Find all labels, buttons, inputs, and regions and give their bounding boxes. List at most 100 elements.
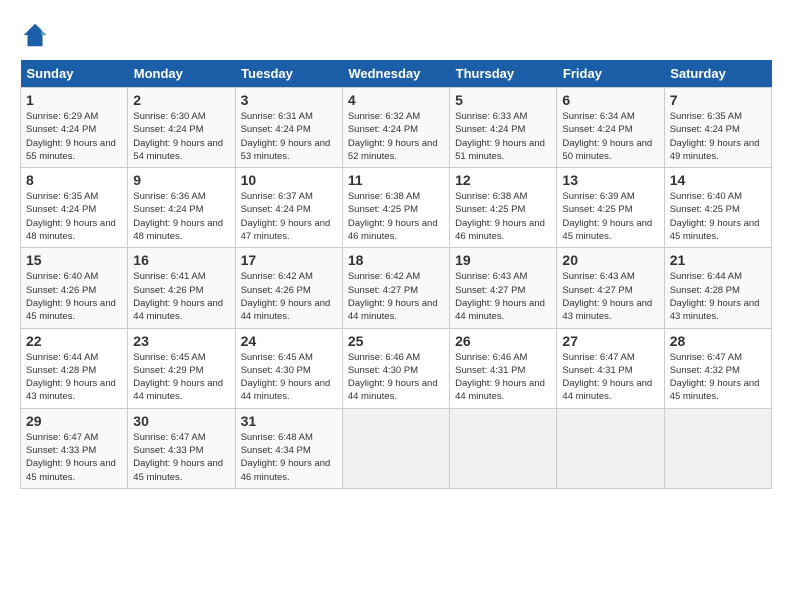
day-info: Sunrise: 6:38 AM Sunset: 4:25 PM Dayligh…	[348, 190, 444, 243]
calendar-cell: 29 Sunrise: 6:47 AM Sunset: 4:33 PM Dayl…	[21, 408, 128, 488]
day-number: 18	[348, 252, 444, 268]
calendar-table: SundayMondayTuesdayWednesdayThursdayFrid…	[20, 60, 772, 489]
day-info: Sunrise: 6:47 AM Sunset: 4:33 PM Dayligh…	[26, 431, 122, 484]
day-number: 17	[241, 252, 337, 268]
calendar-cell: 21 Sunrise: 6:44 AM Sunset: 4:28 PM Dayl…	[664, 248, 771, 328]
col-header-thursday: Thursday	[450, 60, 557, 88]
calendar-cell: 19 Sunrise: 6:43 AM Sunset: 4:27 PM Dayl…	[450, 248, 557, 328]
day-number: 10	[241, 172, 337, 188]
day-info: Sunrise: 6:47 AM Sunset: 4:32 PM Dayligh…	[670, 351, 766, 404]
calendar-cell: 8 Sunrise: 6:35 AM Sunset: 4:24 PM Dayli…	[21, 168, 128, 248]
day-info: Sunrise: 6:37 AM Sunset: 4:24 PM Dayligh…	[241, 190, 337, 243]
day-number: 13	[562, 172, 658, 188]
calendar-cell: 31 Sunrise: 6:48 AM Sunset: 4:34 PM Dayl…	[235, 408, 342, 488]
day-number: 23	[133, 333, 229, 349]
day-number: 25	[348, 333, 444, 349]
day-info: Sunrise: 6:42 AM Sunset: 4:26 PM Dayligh…	[241, 270, 337, 323]
week-row-2: 8 Sunrise: 6:35 AM Sunset: 4:24 PM Dayli…	[21, 168, 772, 248]
day-number: 6	[562, 92, 658, 108]
calendar-cell	[450, 408, 557, 488]
day-info: Sunrise: 6:45 AM Sunset: 4:29 PM Dayligh…	[133, 351, 229, 404]
calendar-cell: 24 Sunrise: 6:45 AM Sunset: 4:30 PM Dayl…	[235, 328, 342, 408]
day-info: Sunrise: 6:43 AM Sunset: 4:27 PM Dayligh…	[455, 270, 551, 323]
week-row-4: 22 Sunrise: 6:44 AM Sunset: 4:28 PM Dayl…	[21, 328, 772, 408]
day-info: Sunrise: 6:47 AM Sunset: 4:31 PM Dayligh…	[562, 351, 658, 404]
day-info: Sunrise: 6:41 AM Sunset: 4:26 PM Dayligh…	[133, 270, 229, 323]
day-number: 1	[26, 92, 122, 108]
day-info: Sunrise: 6:31 AM Sunset: 4:24 PM Dayligh…	[241, 110, 337, 163]
day-info: Sunrise: 6:36 AM Sunset: 4:24 PM Dayligh…	[133, 190, 229, 243]
calendar-cell: 18 Sunrise: 6:42 AM Sunset: 4:27 PM Dayl…	[342, 248, 449, 328]
day-info: Sunrise: 6:43 AM Sunset: 4:27 PM Dayligh…	[562, 270, 658, 323]
day-info: Sunrise: 6:44 AM Sunset: 4:28 PM Dayligh…	[670, 270, 766, 323]
day-number: 26	[455, 333, 551, 349]
calendar-cell: 3 Sunrise: 6:31 AM Sunset: 4:24 PM Dayli…	[235, 88, 342, 168]
day-info: Sunrise: 6:29 AM Sunset: 4:24 PM Dayligh…	[26, 110, 122, 163]
day-info: Sunrise: 6:35 AM Sunset: 4:24 PM Dayligh…	[670, 110, 766, 163]
day-number: 12	[455, 172, 551, 188]
week-row-3: 15 Sunrise: 6:40 AM Sunset: 4:26 PM Dayl…	[21, 248, 772, 328]
calendar-cell: 4 Sunrise: 6:32 AM Sunset: 4:24 PM Dayli…	[342, 88, 449, 168]
day-number: 16	[133, 252, 229, 268]
col-header-saturday: Saturday	[664, 60, 771, 88]
calendar-cell: 28 Sunrise: 6:47 AM Sunset: 4:32 PM Dayl…	[664, 328, 771, 408]
day-info: Sunrise: 6:35 AM Sunset: 4:24 PM Dayligh…	[26, 190, 122, 243]
calendar-cell: 11 Sunrise: 6:38 AM Sunset: 4:25 PM Dayl…	[342, 168, 449, 248]
day-number: 11	[348, 172, 444, 188]
calendar-cell: 1 Sunrise: 6:29 AM Sunset: 4:24 PM Dayli…	[21, 88, 128, 168]
day-number: 22	[26, 333, 122, 349]
day-info: Sunrise: 6:38 AM Sunset: 4:25 PM Dayligh…	[455, 190, 551, 243]
day-number: 19	[455, 252, 551, 268]
calendar-cell	[557, 408, 664, 488]
calendar-cell: 12 Sunrise: 6:38 AM Sunset: 4:25 PM Dayl…	[450, 168, 557, 248]
day-info: Sunrise: 6:40 AM Sunset: 4:26 PM Dayligh…	[26, 270, 122, 323]
calendar-cell: 10 Sunrise: 6:37 AM Sunset: 4:24 PM Dayl…	[235, 168, 342, 248]
week-row-5: 29 Sunrise: 6:47 AM Sunset: 4:33 PM Dayl…	[21, 408, 772, 488]
day-number: 27	[562, 333, 658, 349]
day-info: Sunrise: 6:44 AM Sunset: 4:28 PM Dayligh…	[26, 351, 122, 404]
day-number: 15	[26, 252, 122, 268]
calendar-cell: 17 Sunrise: 6:42 AM Sunset: 4:26 PM Dayl…	[235, 248, 342, 328]
calendar-cell: 25 Sunrise: 6:46 AM Sunset: 4:30 PM Dayl…	[342, 328, 449, 408]
col-header-monday: Monday	[128, 60, 235, 88]
calendar-cell: 23 Sunrise: 6:45 AM Sunset: 4:29 PM Dayl…	[128, 328, 235, 408]
logo-icon	[20, 20, 50, 50]
week-row-1: 1 Sunrise: 6:29 AM Sunset: 4:24 PM Dayli…	[21, 88, 772, 168]
day-info: Sunrise: 6:33 AM Sunset: 4:24 PM Dayligh…	[455, 110, 551, 163]
logo	[20, 20, 54, 50]
day-info: Sunrise: 6:48 AM Sunset: 4:34 PM Dayligh…	[241, 431, 337, 484]
day-number: 14	[670, 172, 766, 188]
calendar-cell: 2 Sunrise: 6:30 AM Sunset: 4:24 PM Dayli…	[128, 88, 235, 168]
col-header-wednesday: Wednesday	[342, 60, 449, 88]
day-number: 5	[455, 92, 551, 108]
calendar-cell	[342, 408, 449, 488]
day-info: Sunrise: 6:39 AM Sunset: 4:25 PM Dayligh…	[562, 190, 658, 243]
day-number: 21	[670, 252, 766, 268]
calendar-cell: 7 Sunrise: 6:35 AM Sunset: 4:24 PM Dayli…	[664, 88, 771, 168]
calendar-cell: 20 Sunrise: 6:43 AM Sunset: 4:27 PM Dayl…	[557, 248, 664, 328]
calendar-cell: 15 Sunrise: 6:40 AM Sunset: 4:26 PM Dayl…	[21, 248, 128, 328]
day-info: Sunrise: 6:45 AM Sunset: 4:30 PM Dayligh…	[241, 351, 337, 404]
day-number: 29	[26, 413, 122, 429]
day-info: Sunrise: 6:46 AM Sunset: 4:31 PM Dayligh…	[455, 351, 551, 404]
day-number: 31	[241, 413, 337, 429]
calendar-cell: 14 Sunrise: 6:40 AM Sunset: 4:25 PM Dayl…	[664, 168, 771, 248]
day-number: 3	[241, 92, 337, 108]
page-header	[20, 20, 772, 50]
calendar-cell: 22 Sunrise: 6:44 AM Sunset: 4:28 PM Dayl…	[21, 328, 128, 408]
col-header-friday: Friday	[557, 60, 664, 88]
day-number: 20	[562, 252, 658, 268]
calendar-cell: 9 Sunrise: 6:36 AM Sunset: 4:24 PM Dayli…	[128, 168, 235, 248]
day-info: Sunrise: 6:32 AM Sunset: 4:24 PM Dayligh…	[348, 110, 444, 163]
day-info: Sunrise: 6:47 AM Sunset: 4:33 PM Dayligh…	[133, 431, 229, 484]
calendar-cell: 5 Sunrise: 6:33 AM Sunset: 4:24 PM Dayli…	[450, 88, 557, 168]
col-header-sunday: Sunday	[21, 60, 128, 88]
day-number: 2	[133, 92, 229, 108]
calendar-cell: 30 Sunrise: 6:47 AM Sunset: 4:33 PM Dayl…	[128, 408, 235, 488]
day-info: Sunrise: 6:30 AM Sunset: 4:24 PM Dayligh…	[133, 110, 229, 163]
day-info: Sunrise: 6:42 AM Sunset: 4:27 PM Dayligh…	[348, 270, 444, 323]
day-number: 9	[133, 172, 229, 188]
calendar-cell: 6 Sunrise: 6:34 AM Sunset: 4:24 PM Dayli…	[557, 88, 664, 168]
col-header-tuesday: Tuesday	[235, 60, 342, 88]
day-info: Sunrise: 6:40 AM Sunset: 4:25 PM Dayligh…	[670, 190, 766, 243]
